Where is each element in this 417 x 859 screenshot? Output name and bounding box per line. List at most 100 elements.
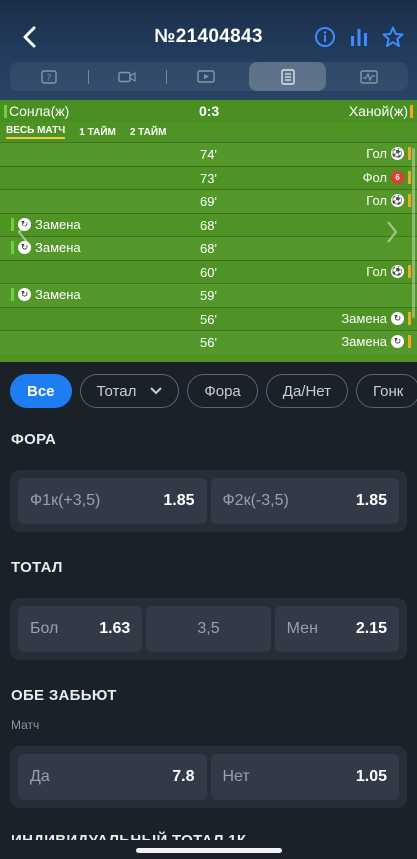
event-minute: 74' [200,147,217,162]
chevron-right-icon[interactable] [385,220,399,244]
filter-total[interactable]: Тотал [79,374,180,408]
event-minute: 60' [200,264,217,280]
period-tab-full[interactable]: ВЕСЬ МАТЧ [6,125,66,139]
odd-total-under[interactable]: Мен 2.15 [274,606,399,652]
match-header: №21404843 ? [0,0,417,108]
odd-label: Ф1к(+3,5) [30,492,101,509]
match-timeline: Сонла(ж) 0:3 Ханой(ж) ВЕСЬ МАТЧ 1 ТАЙМ 2… [0,100,417,362]
score-row: Сонла(ж) 0:3 Ханой(ж) [0,100,417,122]
substitution-icon: ↻ [391,311,404,325]
tab-info[interactable]: ? [10,62,88,91]
period-tab-second-half[interactable]: 2 ТАЙМ [130,127,167,138]
away-marker [408,194,411,207]
filter-yes-no[interactable]: Да/Нет [265,374,348,408]
event-detail: Гол ⚽ [366,193,411,208]
tab-events[interactable] [248,62,327,91]
away-marker [408,311,411,325]
svg-text:?: ? [46,73,51,83]
home-marker [11,288,14,301]
tab-stats[interactable] [330,62,408,91]
event-detail: Замена ↻ [341,334,411,349]
scrollbar[interactable] [412,148,415,318]
odd-both-score-no[interactable]: Нет 1.05 [210,754,399,800]
total-line-value: 3,5 [197,620,220,637]
away-marker [408,335,411,348]
event-row: 74' Гол ⚽ [0,142,417,166]
filter-total-label: Тотал [96,382,137,400]
section-subtitle: Матч [11,718,40,732]
odd-label: Мен [286,620,318,637]
event-label: Замена [35,287,81,302]
event-minute: 73' [200,170,217,186]
home-indicator[interactable] [136,848,282,853]
view-tabs: ? [10,62,408,91]
odd-value: 1.05 [355,768,387,785]
event-row: 68' ↻ Замена [0,212,417,237]
tab-broadcast[interactable] [167,62,245,91]
event-minute: 68' [200,241,217,256]
event-detail: Гол ⚽ [366,264,411,279]
total-line: 3,5 [146,606,271,652]
home-team: Сонла(ж) [4,103,69,119]
ball-icon: ⚽ [391,194,404,207]
ball-icon: ⚽ [391,264,404,278]
event-row: 73' Фол 6 [0,165,417,190]
event-row: 56' Замена ↻ [0,306,417,331]
odd-value: 1.85 [163,492,195,509]
away-marker [408,170,411,184]
section-title-handicap: ФОРА [11,431,57,448]
event-label: Замена [35,240,81,255]
event-row: 56' Замена ↻ [0,330,417,354]
odd-value: 7.8 [172,768,195,785]
odd-total-over[interactable]: Бол 1.63 [18,606,143,652]
odd-value: 1.63 [99,620,131,637]
odd-label: Бол [30,620,59,637]
period-tab-first-half[interactable]: 1 ТАЙМ [79,127,116,138]
total-card: Бол 1.63 3,5 Мен 2.15 [10,598,407,660]
event-label: Фол [362,169,387,185]
market-filters: Все Тотал Фора Да/Нет Гонк [10,374,417,408]
odd-label: Да [30,768,50,785]
event-label: Гол [366,263,387,279]
odd-handicap-away[interactable]: Ф2к(-3,5) 1.85 [210,478,399,524]
tab-video[interactable] [89,62,167,91]
away-marker [408,264,411,278]
info-button[interactable] [313,24,337,50]
event-row: 59' ↻ Замена [0,283,417,307]
star-icon [382,26,404,47]
substitution-icon: ↻ [18,288,31,301]
away-team: Ханой(ж) [349,103,413,119]
odd-label: Ф2к(-3,5) [222,492,289,509]
event-detail: Фол 6 [363,170,411,185]
home-marker [4,104,7,118]
filter-handicap[interactable]: Фора [187,374,258,408]
odd-label: Нет [222,768,250,785]
play-screen-icon [197,69,215,83]
odd-handicap-home[interactable]: Ф1к(+3,5) 1.85 [18,478,207,524]
away-marker [408,147,411,160]
event-minute: 68' [200,217,217,233]
home-marker [11,241,14,254]
section-title-total: ТОТАЛ [11,559,63,576]
list-icon [280,68,295,85]
question-box-icon: ? [41,69,57,84]
event-minute: 59' [200,288,217,303]
event-minute: 69' [200,194,217,209]
favorite-button[interactable] [381,24,405,50]
stats-button[interactable] [347,24,371,50]
substitution-icon: ↻ [391,335,404,348]
event-label: Замена [341,310,387,326]
event-label: Гол [366,193,387,208]
event-minute: 56' [200,311,217,327]
event-label: Замена [35,216,81,232]
foul-icon: 6 [391,170,404,184]
odd-both-score-yes[interactable]: Да 7.8 [18,754,207,800]
event-detail: ↻ Замена [11,287,81,302]
event-row: 68' ↻ Замена [0,236,417,260]
away-marker [409,104,413,118]
chevron-left-icon[interactable] [16,220,30,244]
filter-all[interactable]: Все [10,374,72,408]
pulse-chart-icon [360,69,378,84]
filter-race[interactable]: Гонк [356,374,417,408]
section-title-both-score: ОБЕ ЗАБЬЮТ [11,687,117,704]
